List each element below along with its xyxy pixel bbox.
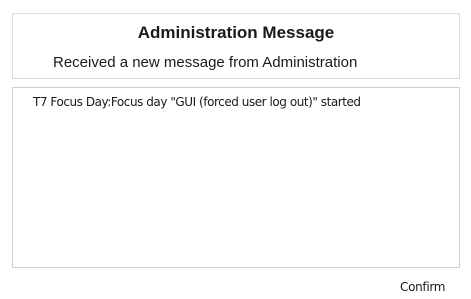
message-list[interactable]: T7 Focus Day:Focus day "GUI (forced user…: [12, 87, 460, 268]
administration-message-dialog: Administration Message Received a new me…: [0, 0, 471, 299]
message-item: T7 Focus Day:Focus day "GUI (forced user…: [33, 95, 361, 109]
dialog-subtitle: Received a new message from Administrati…: [53, 54, 358, 71]
dialog-header: Administration Message Received a new me…: [12, 13, 460, 79]
confirm-button[interactable]: Confirm: [400, 278, 446, 296]
dialog-title: Administration Message: [137, 23, 335, 42]
